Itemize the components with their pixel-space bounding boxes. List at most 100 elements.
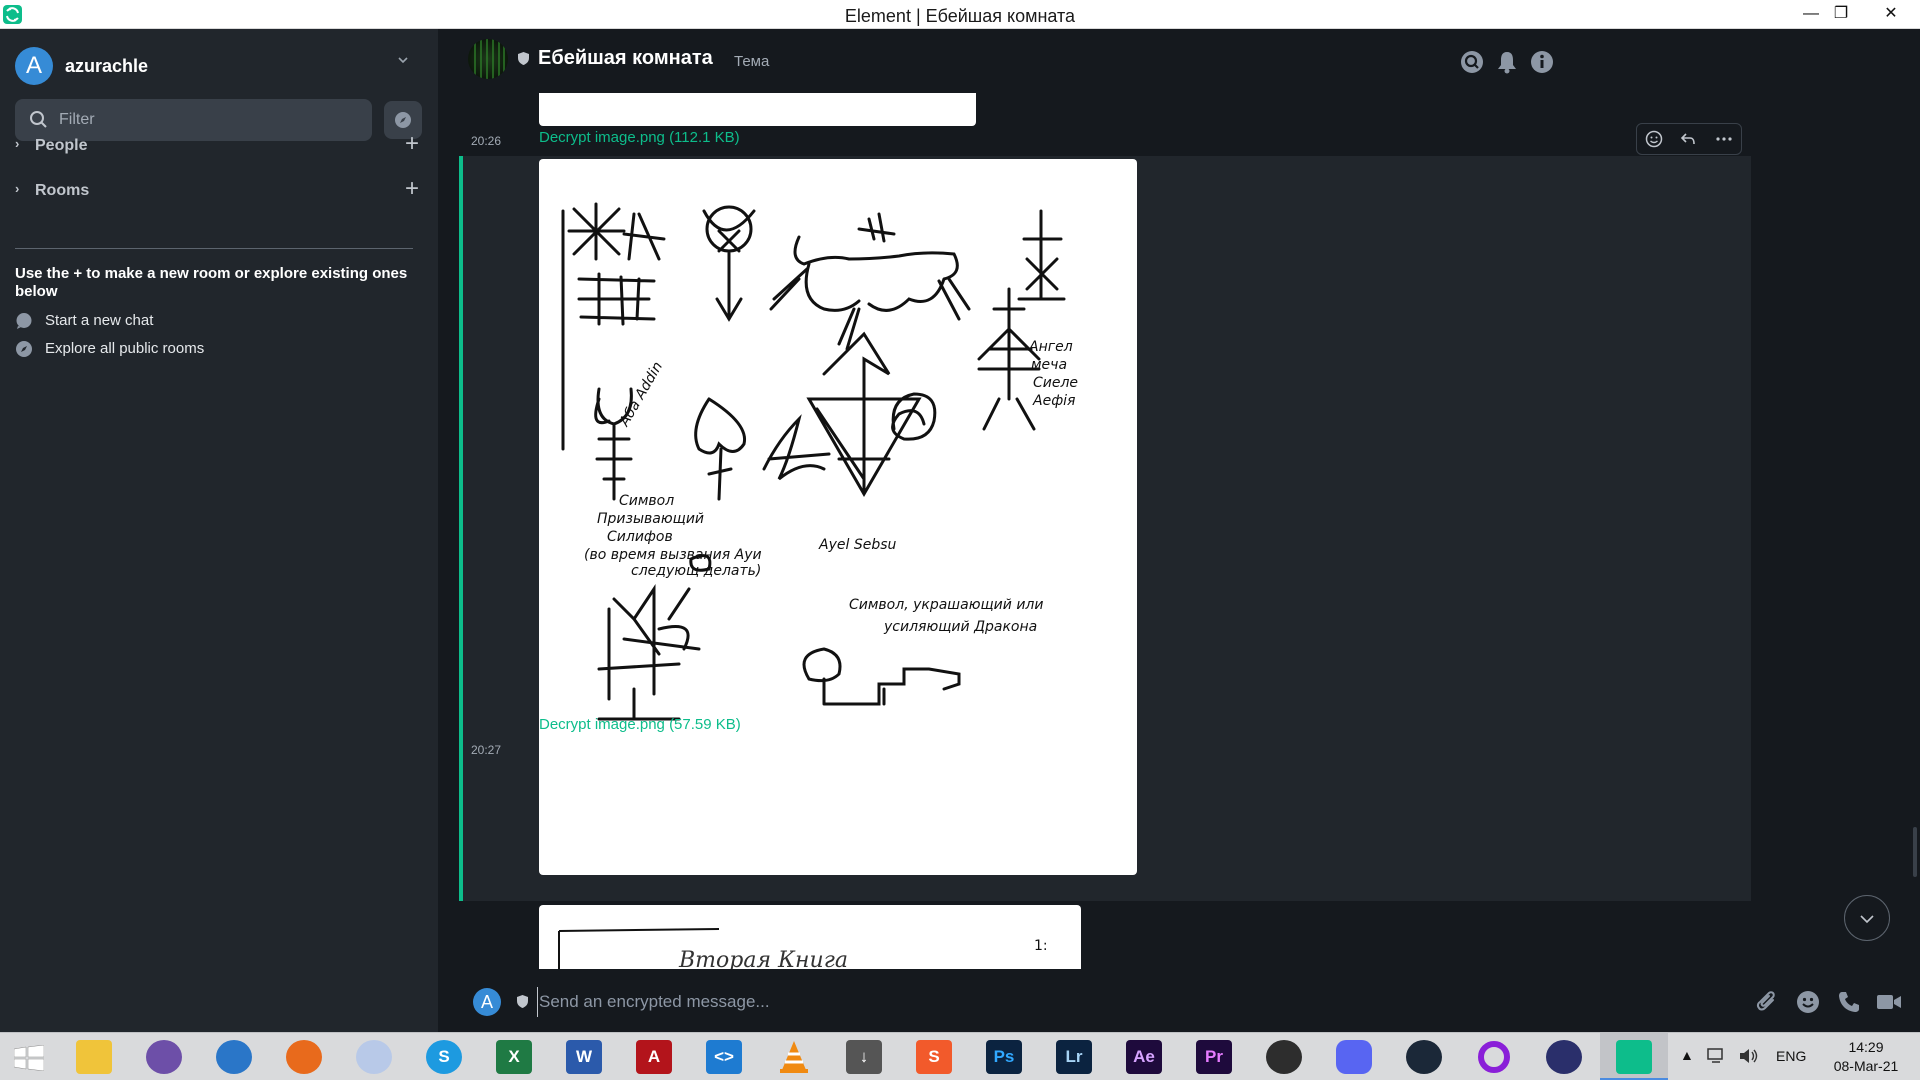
image-attachment-sigils[interactable]: Ангел меча Сиеле Аефiя Аба Addin Символ … — [539, 159, 1137, 875]
options-button[interactable] — [1707, 124, 1741, 154]
clock-time: 14:29 — [1848, 1039, 1884, 1055]
divider — [15, 248, 413, 249]
decrypt-image-link[interactable]: Decrypt image.png (57.59 KB) — [539, 716, 741, 733]
steam-icon — [1406, 1040, 1442, 1074]
add-room-button[interactable]: + — [405, 175, 419, 203]
filter-input[interactable] — [59, 105, 359, 135]
taskbar-file-explorer[interactable] — [60, 1033, 128, 1080]
word-icon: W — [566, 1040, 602, 1074]
restore-button[interactable]: ❐ — [1820, 0, 1862, 29]
room-name[interactable]: Ебейшая комната — [538, 47, 713, 70]
taskbar-word[interactable]: W — [550, 1033, 618, 1080]
message-timestamp: 20:27 — [471, 743, 502, 757]
book-page-image: Вторая Книга 1: — [558, 928, 1048, 969]
video-call-icon[interactable] — [1876, 990, 1902, 1019]
language-indicator[interactable]: ENG — [1776, 1048, 1806, 1080]
moon-icon — [356, 1040, 392, 1074]
compass-icon — [395, 112, 411, 128]
window-titlebar: Element | Ебейшая комната — ❐ ✕ — [0, 0, 1920, 29]
timeline-scrollbar[interactable] — [1913, 827, 1917, 877]
taskbar-obs[interactable] — [1250, 1033, 1318, 1080]
user-menu[interactable]: A azurachle — [15, 47, 415, 87]
angel-text: Ангел — [1028, 339, 1073, 355]
paperclip-icon[interactable] — [1756, 990, 1778, 1019]
taskbar-after-effects[interactable]: Ae — [1110, 1033, 1178, 1080]
jump-to-bottom-button[interactable] — [1844, 895, 1890, 941]
username: azurachle — [65, 56, 149, 76]
room-info-icon[interactable] — [1530, 50, 1554, 79]
summon-text-1: Символ — [619, 493, 674, 509]
user-avatar: A — [473, 988, 501, 1016]
image-attachment-book[interactable]: Вторая Книга 1: — [539, 905, 1081, 969]
obs-icon — [1266, 1040, 1302, 1074]
firefox-icon — [286, 1040, 322, 1074]
taskbar-excel[interactable]: X — [480, 1033, 548, 1080]
taskbar-browser[interactable] — [200, 1033, 268, 1080]
taskbar-moon-app[interactable] — [340, 1033, 408, 1080]
book-page-number: 1: — [1034, 938, 1048, 954]
taskbar-vpn-lock[interactable] — [1530, 1033, 1598, 1080]
taskbar-vlc[interactable] — [760, 1033, 828, 1080]
reply-button[interactable] — [1671, 124, 1705, 154]
taskbar-steam[interactable] — [1390, 1033, 1458, 1080]
taskbar-acrobat[interactable]: A — [620, 1033, 688, 1080]
svg-text:(во время вызвания Ауи: (во время вызвания Ауи — [584, 547, 762, 563]
close-button[interactable]: ✕ — [1862, 0, 1920, 29]
taskbar-firefox[interactable] — [270, 1033, 338, 1080]
excel-icon: X — [496, 1040, 532, 1074]
folder-icon — [76, 1040, 112, 1074]
acrobat-icon: A — [636, 1040, 672, 1074]
taskbar-element[interactable] — [1600, 1033, 1668, 1080]
bell-icon[interactable] — [1496, 50, 1518, 79]
start-new-chat-label: Start a new chat — [45, 312, 154, 329]
taskbar-downloader[interactable]: ↓ — [830, 1033, 898, 1080]
taskbar-premiere[interactable]: Pr — [1180, 1033, 1248, 1080]
taskbar-ring-app[interactable] — [1460, 1033, 1528, 1080]
premiere-icon: Pr — [1196, 1040, 1232, 1074]
system-clock[interactable]: 14:29 08-Mar-21 — [1818, 1038, 1914, 1076]
chat-bubble-icon — [15, 312, 33, 334]
decrypt-image-link[interactable]: Decrypt image.png (112.1 KB) — [539, 129, 740, 146]
add-people-button[interactable]: + — [405, 130, 419, 158]
explore-public-rooms-link[interactable]: Explore all public rooms — [15, 338, 415, 360]
volume-icon[interactable] — [1738, 1046, 1760, 1080]
svg-text:Аефiя: Аефiя — [1032, 393, 1075, 409]
search-icon[interactable] — [1460, 50, 1484, 79]
smiley-icon — [1645, 130, 1663, 148]
message-input[interactable] — [537, 987, 1587, 1017]
skype-icon: S — [426, 1040, 462, 1074]
emoji-icon[interactable] — [1796, 990, 1820, 1019]
taskbar-sublime[interactable]: S — [900, 1033, 968, 1080]
search-icon — [29, 110, 49, 135]
start-new-chat-link[interactable]: Start a new chat — [15, 310, 415, 332]
react-button[interactable] — [1637, 124, 1671, 154]
more-icon — [1716, 137, 1732, 141]
section-rooms[interactable]: › Rooms + — [15, 175, 425, 203]
taskbar-lightroom[interactable]: Lr — [1040, 1033, 1108, 1080]
taskbar-skype[interactable]: S — [410, 1033, 478, 1080]
section-people[interactable]: › People + — [15, 130, 425, 158]
taskbar-discord[interactable] — [1320, 1033, 1388, 1080]
chevron-down-icon — [1860, 915, 1874, 924]
timeline[interactable]: Decrypt image.png (112.1 KB) 20:26 Ангел… — [438, 93, 1920, 969]
taskbar-bittorrent[interactable] — [130, 1033, 198, 1080]
reply-icon — [1680, 133, 1695, 145]
network-icon[interactable] — [1706, 1046, 1728, 1080]
lock-icon — [1546, 1040, 1582, 1074]
section-rooms-label: Rooms — [35, 182, 90, 199]
phone-icon[interactable] — [1837, 990, 1861, 1019]
element-logo-icon — [1616, 1040, 1652, 1074]
svg-text:следующ делать): следующ делать) — [631, 563, 761, 579]
taskbar-vscode[interactable]: <> — [690, 1033, 758, 1080]
image-attachment[interactable] — [539, 93, 976, 126]
room-avatar[interactable] — [468, 39, 508, 79]
taskbar-photoshop[interactable]: Ps — [970, 1033, 1038, 1080]
start-button[interactable] — [0, 1033, 58, 1080]
windows-taskbar: S X W A <> ↓ S Ps Lr Ae Pr ▲ ENG 14:29 0… — [0, 1032, 1920, 1080]
ayel-sebsu-text: Ayel Sebsu — [818, 537, 896, 553]
room-topic[interactable]: Тема — [734, 53, 769, 70]
tray-show-hidden-icons[interactable]: ▲ — [1680, 1047, 1694, 1080]
aba-addin-text: Аба Addin — [616, 359, 666, 430]
vscode-icon: <> — [706, 1040, 742, 1074]
svg-text:усиляющий Дракона: усиляющий Дракона — [883, 619, 1037, 635]
